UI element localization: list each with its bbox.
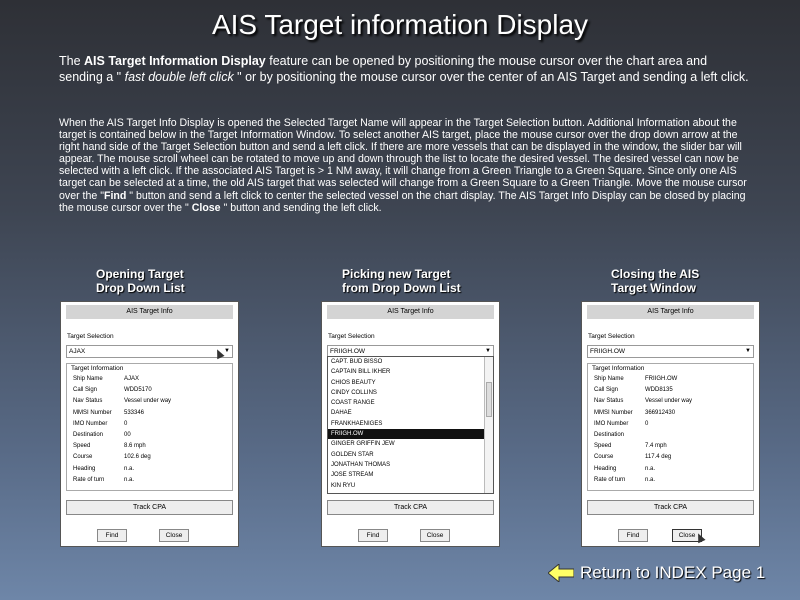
list-item[interactable]: GOLDEN STAR xyxy=(328,450,493,460)
info-label: MMSI Number xyxy=(73,409,112,416)
info-value: FRIIGH.OW xyxy=(645,376,678,382)
info-label: Course xyxy=(73,454,93,461)
info-label: Rate of turn xyxy=(594,476,626,483)
target-selection-dropdown[interactable]: AJAX ▼ xyxy=(66,345,233,358)
info-label: Ship Name xyxy=(594,376,624,382)
ais-panel-opening: AIS Target Info Target Selection AJAX ▼ T… xyxy=(60,301,239,547)
info-value: 0 xyxy=(124,420,128,427)
info-value: 0 xyxy=(645,420,649,427)
find-button[interactable]: Find xyxy=(618,529,648,542)
list-item[interactable]: DAHAE xyxy=(328,408,493,418)
chevron-down-icon[interactable]: ▼ xyxy=(745,346,751,357)
info-value: 366912430 xyxy=(645,409,676,416)
selected-target: AJAX xyxy=(69,348,86,355)
info-label: IMO Number xyxy=(73,420,108,427)
list-item[interactable]: FRANKHAENIGES xyxy=(328,419,493,429)
target-selection-label: Target Selection xyxy=(67,333,114,340)
target-info-caption: Target Information xyxy=(71,365,124,372)
info-label: Destination xyxy=(594,432,625,438)
panel-header: AIS Target Info xyxy=(66,305,233,319)
close-button[interactable]: Close xyxy=(159,529,189,542)
caption-picking: Picking new Target from Drop Down List xyxy=(342,267,461,295)
caption-opening: Opening Target Drop Down List xyxy=(96,267,185,295)
info-value: 00 xyxy=(124,432,131,438)
intro-paragraph: The AIS Target Information Display featu… xyxy=(59,54,749,84)
info-label: Destination xyxy=(73,432,104,438)
return-link-text[interactable]: Return to INDEX Page 1 xyxy=(580,562,765,584)
info-label: Speed xyxy=(594,443,612,450)
info-label: Speed xyxy=(73,443,91,450)
return-to-index-link[interactable]: Return to INDEX Page 1 xyxy=(548,562,788,584)
info-label: Heading xyxy=(594,465,617,472)
info-label: Call Sign xyxy=(73,387,98,394)
chevron-down-icon[interactable]: ▼ xyxy=(224,346,230,357)
info-value: n.a. xyxy=(645,476,656,483)
list-item[interactable]: JONATHAN THOMAS xyxy=(328,460,493,470)
info-value: 117.4 deg xyxy=(645,454,672,461)
target-selection-label: Target Selection xyxy=(588,333,635,340)
info-value: WDD8135 xyxy=(645,387,673,394)
panel-header: AIS Target Info xyxy=(327,305,494,319)
info-value: Vessel under way xyxy=(645,398,693,405)
info-value: n.a. xyxy=(124,465,135,472)
info-value: AJAX xyxy=(124,376,140,382)
track-cpa-button[interactable]: Track CPA xyxy=(327,500,494,515)
selected-target: FRIIGH.OW xyxy=(330,348,366,355)
list-item[interactable]: CINDY COLLINS xyxy=(328,388,493,398)
panel-header: AIS Target Info xyxy=(587,305,754,319)
list-item[interactable]: KIN RYU xyxy=(328,481,493,491)
arrow-left-icon xyxy=(548,564,574,582)
list-item[interactable]: LAUREN A xyxy=(328,491,493,494)
list-item[interactable]: CAPT. BUD BISSO xyxy=(328,357,493,367)
info-label: IMO Number xyxy=(594,420,629,427)
scrollbar[interactable] xyxy=(484,357,493,493)
list-item[interactable]: JOSE STREAM xyxy=(328,470,493,480)
target-selection-dropdown[interactable]: FRIIGH.OW ▼ xyxy=(587,345,754,358)
target-info-group: Target Information Ship Name FRIIGH.OW Cal… xyxy=(587,363,754,491)
info-label: Nav Status xyxy=(594,398,624,405)
list-item[interactable]: CHIOS BEAUTY xyxy=(328,378,493,388)
info-label: MMSI Number xyxy=(594,409,633,416)
info-value: 102.6 deg xyxy=(124,454,151,461)
target-dropdown-list[interactable]: CAPT. BUD BISSO CAPTAIN BILL IKHER CHIOS B… xyxy=(327,356,494,494)
info-label: Nav Status xyxy=(73,398,103,405)
track-cpa-button[interactable]: Track CPA xyxy=(587,500,754,515)
page-title: AIS Target information Display xyxy=(211,9,589,40)
info-label: Call Sign xyxy=(594,387,619,394)
caption-closing: Closing the AIS Target Window xyxy=(611,267,700,295)
find-button[interactable]: Find xyxy=(358,529,388,542)
target-info-caption: Target Information xyxy=(592,365,645,372)
info-value: 533346 xyxy=(124,409,145,416)
list-item[interactable]: CAPTAIN BILL IKHER xyxy=(328,367,493,377)
target-info-group: Target Information Ship Name AJAX Call Sig… xyxy=(66,363,233,491)
list-item[interactable]: FRIIGH.OW xyxy=(328,429,493,440)
info-label: Ship Name xyxy=(73,376,103,382)
selected-target: FRIIGH.OW xyxy=(590,348,626,355)
info-value: Vessel under way xyxy=(124,398,172,405)
info-label: Heading xyxy=(73,465,96,472)
info-value: n.a. xyxy=(124,476,135,483)
ais-panel-closing: AIS Target Info Target Selection FRIIGH.… xyxy=(581,301,760,547)
info-value: 8.6 mph xyxy=(124,443,146,450)
info-label: Course xyxy=(594,454,614,461)
instructions-paragraph: When the AIS Target Info Display is open… xyxy=(59,117,747,214)
info-value: 7.4 mph xyxy=(645,443,667,450)
ais-panel-picking: AIS Target Info Target Selection FRIIGH.… xyxy=(321,301,500,547)
find-button[interactable]: Find xyxy=(97,529,127,542)
info-value: n.a. xyxy=(645,465,656,472)
track-cpa-button[interactable]: Track CPA xyxy=(66,500,233,515)
list-item[interactable]: COAST RANGE xyxy=(328,398,493,408)
list-item[interactable]: GINGER GRIFFIN JEW xyxy=(328,439,493,449)
scrollbar-thumb[interactable] xyxy=(486,382,492,417)
info-label: Rate of turn xyxy=(73,476,105,483)
close-button[interactable]: Close xyxy=(420,529,450,542)
info-value: WDD5170 xyxy=(124,387,152,394)
target-selection-label: Target Selection xyxy=(328,333,375,340)
